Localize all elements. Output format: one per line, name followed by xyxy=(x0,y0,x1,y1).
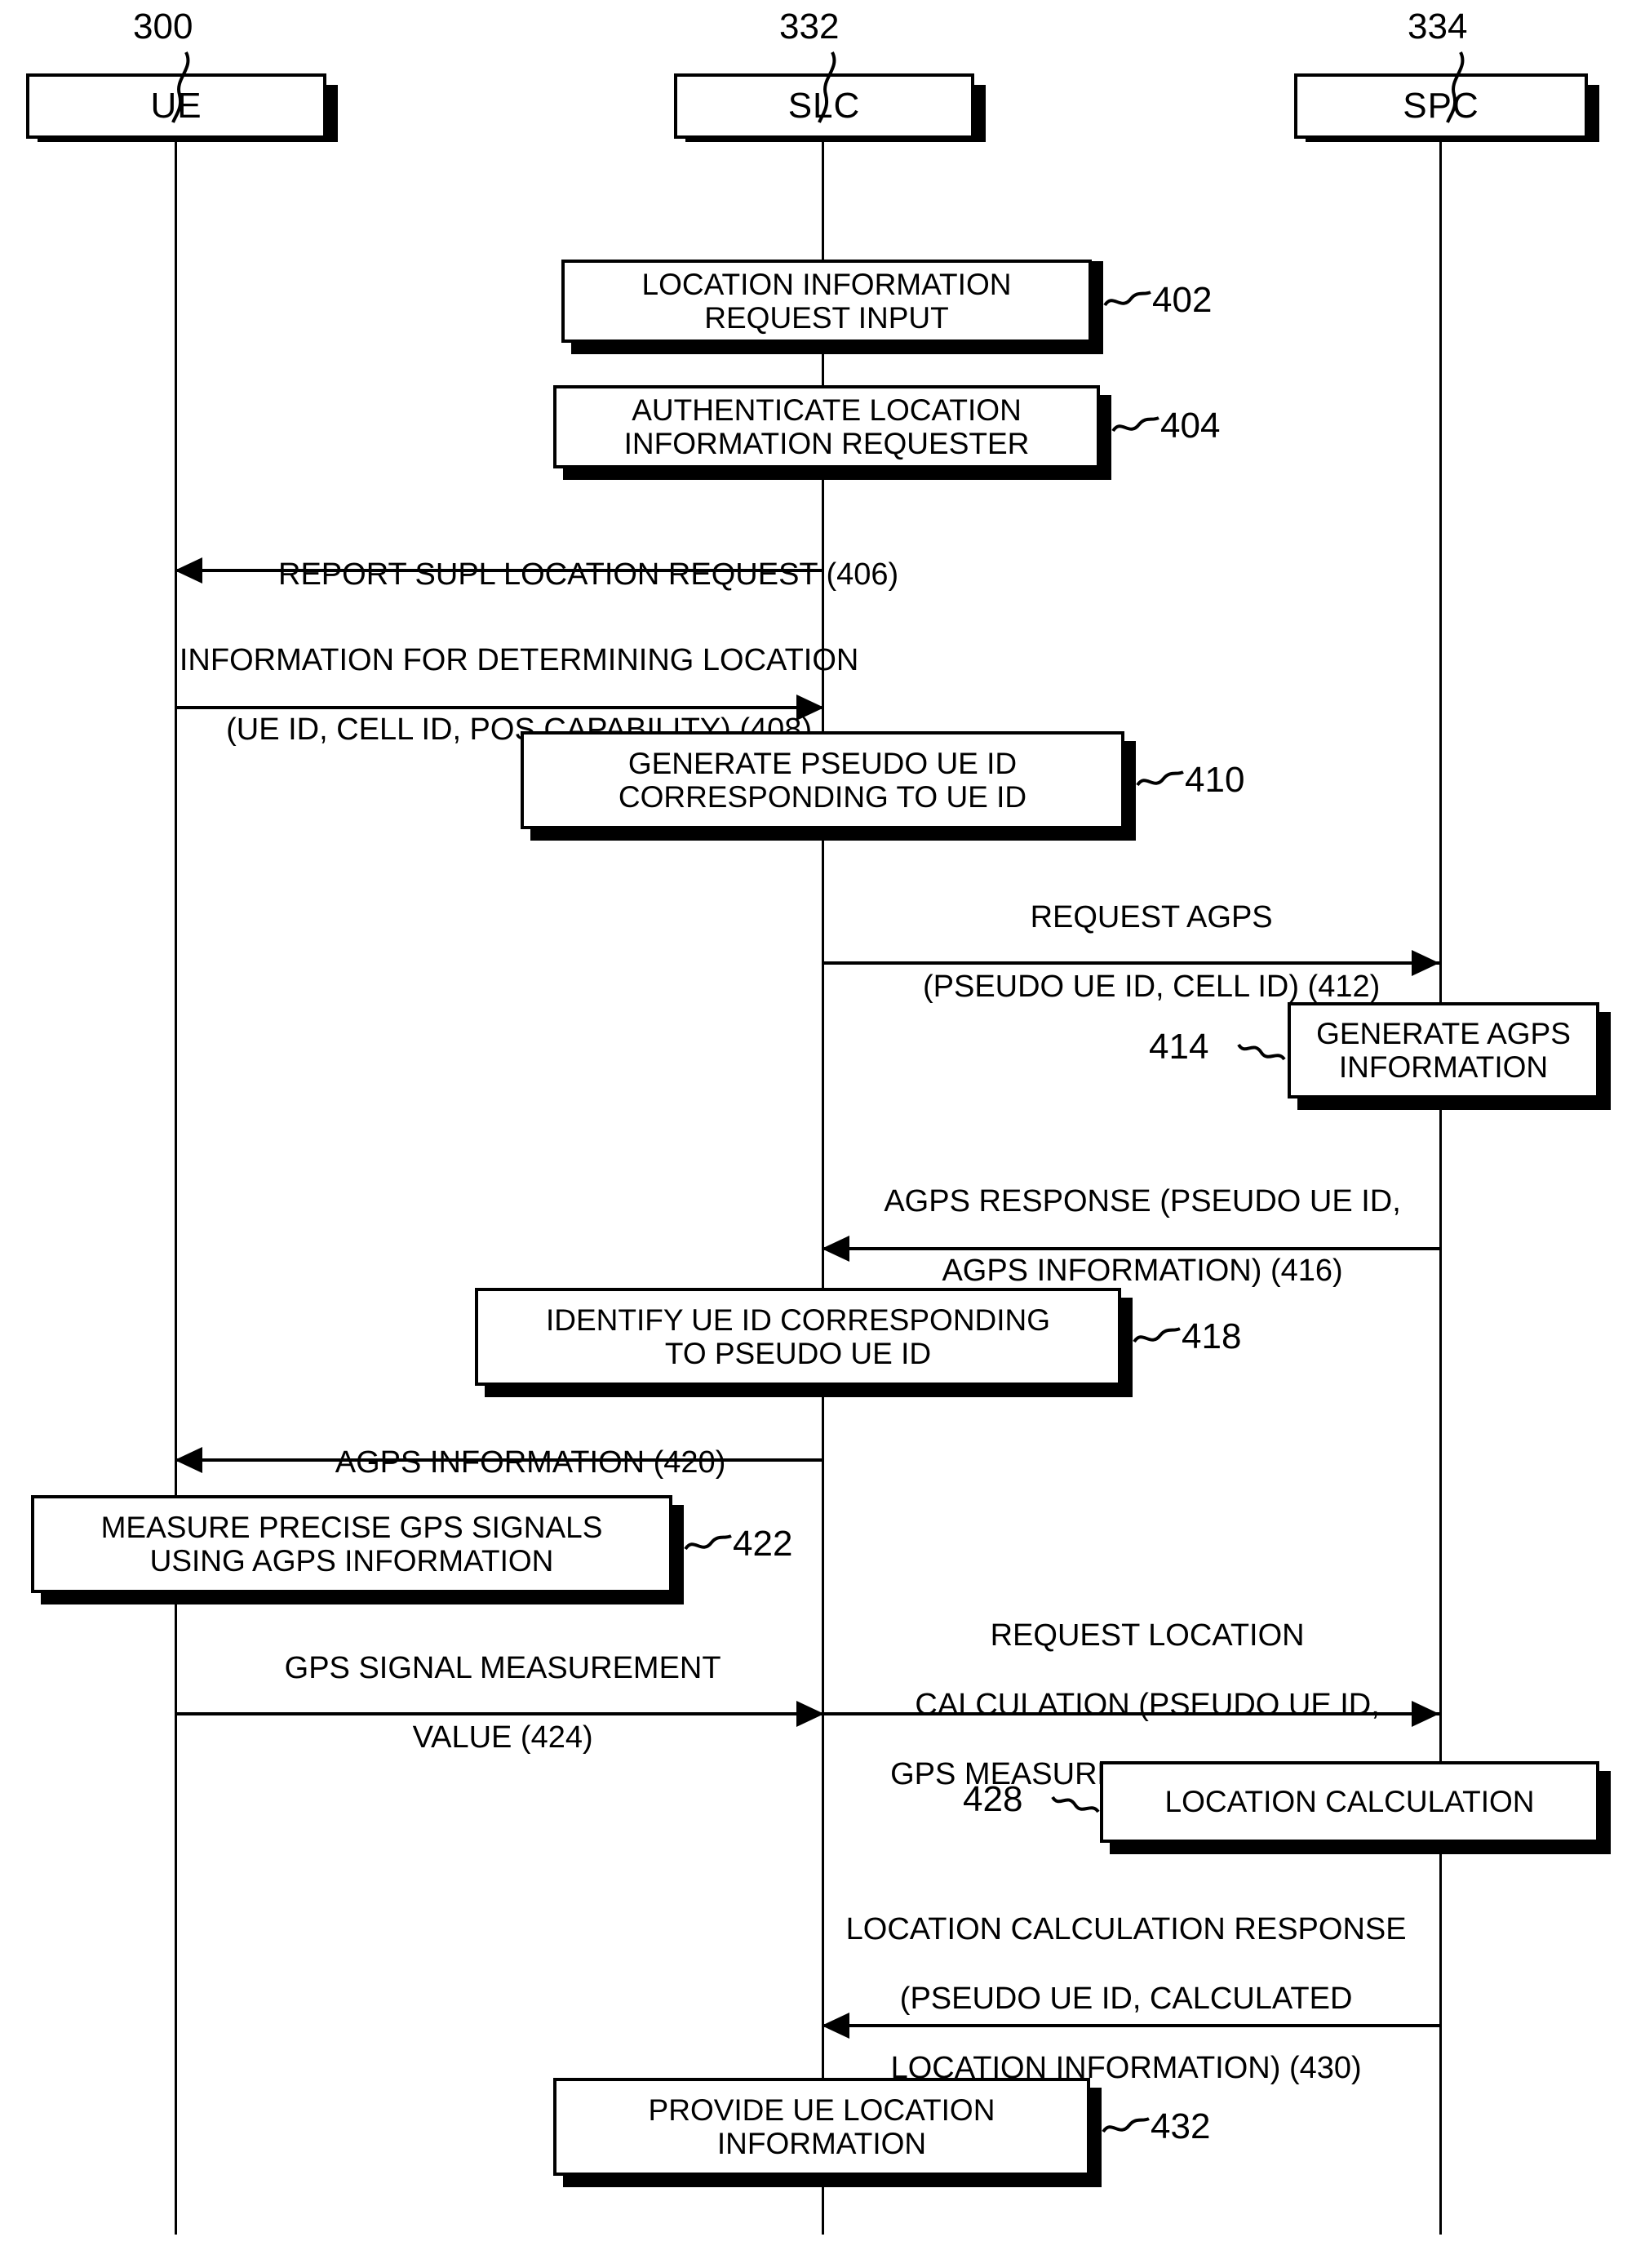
process-428-l1: LOCATION CALCULATION xyxy=(1164,1785,1535,1819)
message-424-l2: VALUE (424) xyxy=(412,1720,593,1755)
process-418-l2: TO PSEUDO UE ID xyxy=(664,1337,932,1370)
actor-ref-332: 332 xyxy=(779,7,840,47)
process-414-l1: GENERATE AGPS xyxy=(1316,1016,1571,1050)
process-box-432: PROVIDE UE LOCATION INFORMATION xyxy=(553,2078,1090,2176)
leader-tilde-432 xyxy=(1102,2117,1150,2133)
pbox-shadow-432-r xyxy=(1090,2088,1102,2176)
leader-squiggle-334 xyxy=(1446,51,1465,123)
message-430-l2: (PSEUDO UE ID, CALCULATED xyxy=(899,1981,1353,2016)
actor-shadow-ue-side xyxy=(326,85,338,142)
process-414-l2: INFORMATION xyxy=(1338,1050,1549,1084)
message-arrow-406 xyxy=(175,569,824,572)
process-ref-428: 428 xyxy=(963,1779,1023,1819)
message-arrow-420 xyxy=(175,1458,824,1462)
message-arrowhead-426 xyxy=(1412,1701,1439,1727)
actor-shadow-slc-side xyxy=(974,85,986,142)
leader-tilde-428 xyxy=(1051,1795,1100,1813)
message-arrow-412 xyxy=(822,961,1439,965)
pbox-shadow-422-r xyxy=(672,1505,684,1593)
actor-ref-300: 300 xyxy=(133,7,193,47)
process-box-422: MEASURE PRECISE GPS SIGNALS USING AGPS I… xyxy=(31,1495,672,1593)
message-arrow-424 xyxy=(175,1712,824,1715)
pbox-shadow-418-r xyxy=(1121,1298,1133,1386)
leader-tilde-422 xyxy=(684,1534,732,1551)
leader-tilde-404 xyxy=(1111,416,1159,433)
pbox-shadow-422-b xyxy=(41,1593,684,1604)
message-420-l1: AGPS INFORMATION (420) xyxy=(335,1445,726,1480)
pbox-shadow-418-b xyxy=(485,1386,1133,1397)
message-426-l2: CALCULATION (PSEUDO UE ID, xyxy=(915,1687,1380,1722)
message-arrow-416 xyxy=(822,1247,1439,1250)
message-408-l1: INFORMATION FOR DETERMINING LOCATION xyxy=(179,642,859,677)
leader-tilde-418 xyxy=(1133,1327,1181,1343)
leader-tilde-414 xyxy=(1237,1043,1286,1061)
process-ref-422: 422 xyxy=(733,1524,793,1564)
pbox-shadow-428-b xyxy=(1110,1843,1611,1854)
leader-tilde-410 xyxy=(1136,770,1184,787)
message-arrowhead-408 xyxy=(796,695,824,721)
message-416-l1: AGPS RESPONSE (PSEUDO UE ID, xyxy=(884,1183,1401,1218)
process-ref-418: 418 xyxy=(1182,1316,1242,1356)
process-404-l2: INFORMATION REQUESTER xyxy=(623,427,1030,460)
message-arrowhead-406 xyxy=(175,557,202,584)
pbox-shadow-414-r xyxy=(1599,1012,1611,1098)
process-ref-404: 404 xyxy=(1160,406,1221,446)
message-label-424: GPS SIGNAL MEASUREMENT VALUE (424) xyxy=(147,1616,824,1790)
figure-canvas: 300 332 334 UE SLC SPC LOCATION INFORMAT… xyxy=(0,0,1645,2268)
process-432-l1: PROVIDE UE LOCATION xyxy=(648,2093,995,2127)
process-402-l2: REQUEST INPUT xyxy=(704,301,949,335)
actor-shadow-spc-side xyxy=(1588,85,1599,142)
process-box-402-main: LOCATION INFORMATION REQUEST INPUT xyxy=(561,260,1092,343)
process-418-l1: IDENTIFY UE ID CORRESPONDING xyxy=(545,1303,1051,1337)
process-ref-414: 414 xyxy=(1149,1027,1209,1067)
pbox-shadow-428-r xyxy=(1599,1771,1611,1843)
message-416-l2: AGPS INFORMATION) (416) xyxy=(942,1253,1343,1288)
process-432-l2: INFORMATION xyxy=(716,2127,927,2160)
pbox-shadow-404-r xyxy=(1100,395,1111,468)
process-410-l2: CORRESPONDING TO UE ID xyxy=(618,780,1027,814)
process-box-410: GENERATE PSEUDO UE ID CORRESPONDING TO U… xyxy=(521,731,1124,829)
process-ref-432: 432 xyxy=(1151,2106,1211,2146)
leader-tilde-402 xyxy=(1103,291,1151,307)
message-406-l1: REPORT SUPL LOCATION REQUEST (406) xyxy=(278,557,899,592)
message-arrowhead-430 xyxy=(822,2013,849,2039)
message-426-l1: REQUEST LOCATION xyxy=(990,1618,1305,1653)
pbox-shadow-404-b xyxy=(563,468,1111,480)
pbox-shadow-410-r xyxy=(1124,741,1136,829)
pbox-shadow-432-b xyxy=(563,2176,1102,2187)
message-arrowhead-412 xyxy=(1412,950,1439,976)
leader-squiggle-300 xyxy=(171,51,190,123)
process-404-l1: AUTHENTICATE LOCATION xyxy=(632,393,1022,427)
message-430-l1: LOCATION CALCULATION RESPONSE xyxy=(845,1911,1407,1946)
actor-ref-334: 334 xyxy=(1408,7,1468,47)
process-410-l1: GENERATE PSEUDO UE ID xyxy=(627,746,1018,780)
pbox-shadow-402-b xyxy=(571,343,1103,354)
message-424-l1: GPS SIGNAL MEASUREMENT xyxy=(284,1650,721,1685)
process-ref-402: 402 xyxy=(1152,280,1213,320)
message-arrow-408 xyxy=(175,706,824,709)
lifeline-ue xyxy=(175,122,177,2235)
process-box-414: GENERATE AGPS INFORMATION xyxy=(1288,1002,1599,1098)
message-arrowhead-416 xyxy=(822,1236,849,1262)
process-422-l1: MEASURE PRECISE GPS SIGNALS xyxy=(100,1510,603,1544)
process-402-l1: LOCATION INFORMATION xyxy=(641,267,1012,301)
message-arrowhead-420 xyxy=(175,1447,202,1473)
pbox-shadow-410-b xyxy=(530,829,1136,841)
process-ref-410: 410 xyxy=(1185,760,1245,800)
process-box-404: AUTHENTICATE LOCATION INFORMATION REQUES… xyxy=(553,385,1100,468)
pbox-shadow-414-b xyxy=(1297,1098,1611,1110)
pbox-shadow-402-r xyxy=(1092,269,1103,343)
process-422-l2: USING AGPS INFORMATION xyxy=(149,1544,554,1578)
message-412-l1: REQUEST AGPS xyxy=(1030,899,1273,934)
process-box-428: LOCATION CALCULATION xyxy=(1100,1761,1599,1843)
message-412-l2: (PSEUDO UE ID, CELL ID) (412) xyxy=(922,969,1381,1004)
message-arrow-426 xyxy=(822,1712,1439,1715)
message-arrow-430 xyxy=(822,2024,1439,2027)
leader-squiggle-332 xyxy=(818,51,836,123)
process-box-418: IDENTIFY UE ID CORRESPONDING TO PSEUDO U… xyxy=(475,1288,1121,1386)
